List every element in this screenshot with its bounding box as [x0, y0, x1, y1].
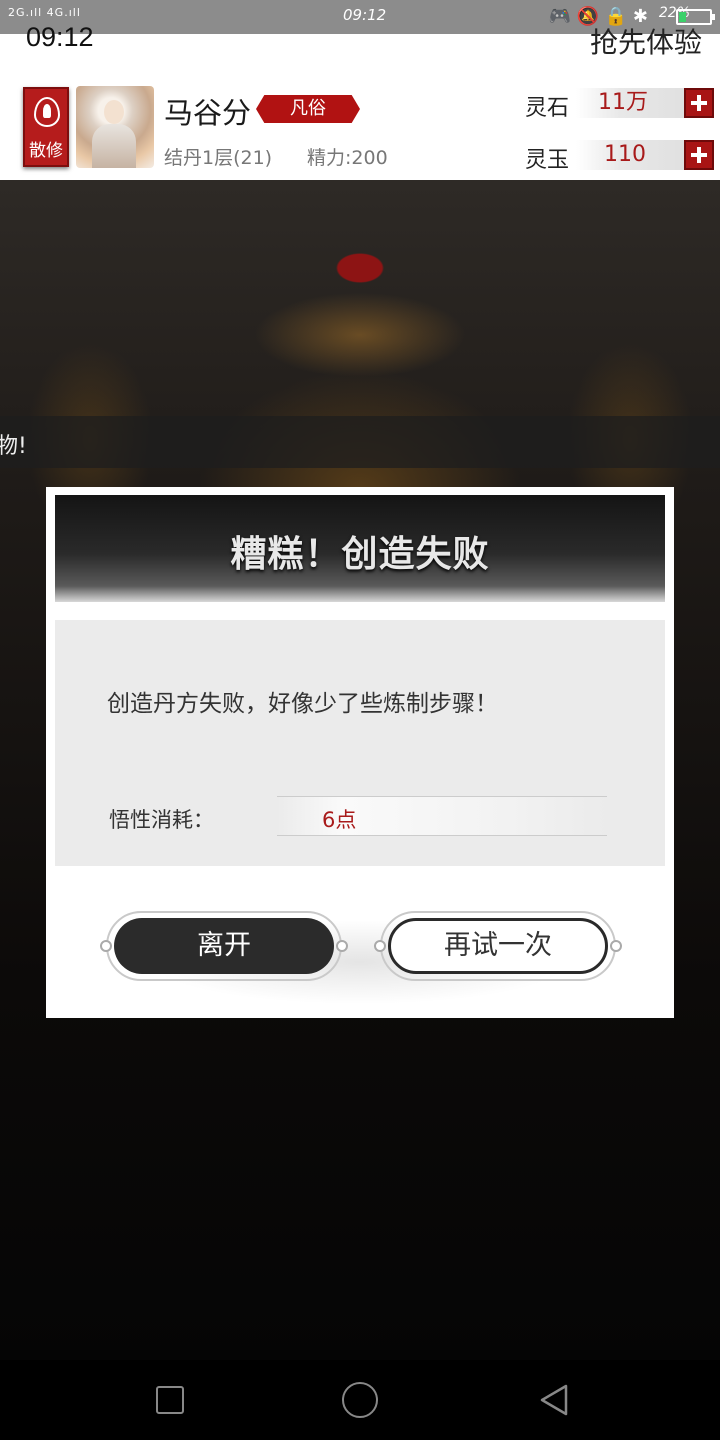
add-spirit-stone-button[interactable] — [684, 88, 714, 118]
player-name: 马谷分 — [164, 96, 252, 130]
spirit-jade-label: 灵玉 — [525, 148, 570, 173]
recent-apps-button[interactable] — [156, 1386, 184, 1414]
toast-text: 物! — [0, 434, 27, 459]
dialog-title-bar: 糟糕！创造失败 — [55, 495, 665, 602]
spirit-stone-value: 11万 — [576, 88, 686, 118]
avatar[interactable] — [76, 86, 154, 168]
dialog-body: 创造丹方失败，好像少了些炼制步骤！ 悟性消耗： 6点 — [55, 620, 665, 866]
cultivation-level: 结丹1层(21) — [164, 147, 273, 169]
back-button[interactable] — [536, 1382, 572, 1418]
failure-dialog: 糟糕！创造失败 创造丹方失败，好像少了些炼制步骤！ 悟性消耗： 6点 离开 再试… — [46, 487, 674, 1018]
avatar-face — [104, 100, 124, 124]
sect-badge[interactable]: 散修 — [23, 87, 69, 167]
sect-label: 散修 — [29, 141, 63, 161]
stamina: 精力:200 — [307, 147, 388, 169]
add-spirit-jade-button[interactable] — [684, 140, 714, 170]
insight-cost-label: 悟性消耗： — [109, 808, 214, 832]
system-nav-bar — [0, 1360, 720, 1440]
rank-badge: 凡俗 — [256, 95, 360, 123]
home-button[interactable] — [342, 1382, 378, 1418]
lotus-icon — [34, 97, 60, 127]
retry-button[interactable]: 再试一次 — [388, 918, 608, 974]
toast-strip: 物! — [0, 416, 720, 468]
frame-dot — [374, 940, 386, 952]
avatar-body — [92, 124, 136, 168]
frame-dot — [610, 940, 622, 952]
frame-dot — [100, 940, 112, 952]
leave-button-frame: 离开 — [100, 911, 348, 981]
leave-button[interactable]: 离开 — [114, 918, 334, 974]
gamepad-icon: 🎮 — [548, 6, 571, 27]
status-time: 09:12 — [343, 6, 387, 24]
retry-button-frame: 再试一次 — [374, 911, 622, 981]
early-access-label: 抢先体验 — [589, 26, 702, 59]
clock: 09:12 — [26, 22, 94, 52]
player-header: 09:12 抢先体验 散修 马谷分 凡俗 结丹1层(21) 精力:200 灵石 … — [0, 22, 720, 180]
insight-cost-value: 6点 — [322, 808, 357, 832]
dialog-message: 创造丹方失败，好像少了些炼制步骤！ — [107, 691, 498, 717]
spirit-jade-value: 110 — [576, 140, 686, 170]
spirit-stone-label: 灵石 — [525, 96, 570, 121]
frame-dot — [336, 940, 348, 952]
signal-strength: 2G.ıll 4G.ıll — [8, 6, 81, 19]
dialog-title: 糟糕！创造失败 — [230, 534, 490, 575]
insight-cost-box: 6点 — [277, 796, 607, 836]
